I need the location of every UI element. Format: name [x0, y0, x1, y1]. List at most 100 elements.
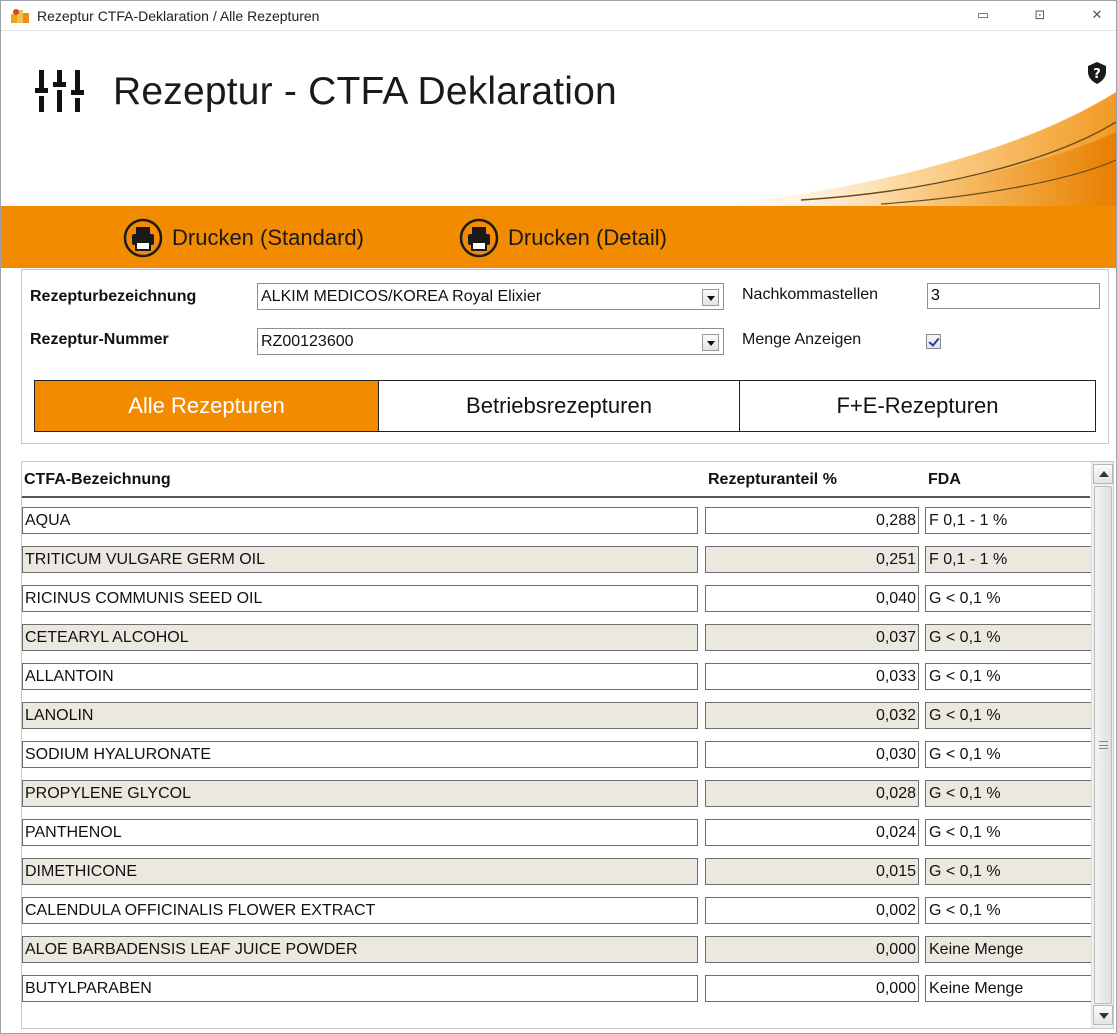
decimals-field[interactable] — [927, 283, 1100, 309]
table-row[interactable]: AQUA 0,288 F 0,1 - 1 % — [22, 500, 1093, 539]
tab-rd-recipes[interactable]: F+E-Rezepturen — [740, 381, 1095, 431]
ctfa-name-cell[interactable]: RICINUS COMMUNIS SEED OIL — [22, 585, 698, 612]
page-header: Rezeptur - CTFA Deklaration ? — [1, 32, 1116, 206]
share-cell[interactable]: 0,028 — [705, 780, 919, 807]
ctfa-name-cell[interactable]: LANOLIN — [22, 702, 698, 729]
table-row[interactable]: RICINUS COMMUNIS SEED OIL 0,040 G < 0,1 … — [22, 578, 1093, 617]
recipe-name-select[interactable]: ALKIM MEDICOS/KOREA Royal Elixier — [257, 283, 724, 310]
printer-icon — [123, 218, 163, 258]
app-icon — [11, 9, 29, 23]
recipe-form-panel: Rezepturbezeichnung ALKIM MEDICOS/KOREA … — [21, 269, 1109, 444]
share-cell[interactable]: 0,288 — [705, 507, 919, 534]
table-row[interactable]: PROPYLENE GLYCOL 0,028 G < 0,1 % — [22, 773, 1093, 812]
chevron-down-icon[interactable] — [702, 334, 719, 351]
share-cell[interactable]: 0,002 — [705, 897, 919, 924]
fda-cell[interactable]: F 0,1 - 1 % — [925, 507, 1093, 534]
printer-icon — [459, 218, 499, 258]
svg-text:?: ? — [1093, 67, 1101, 82]
print-standard-button[interactable]: Drucken (Standard) — [123, 218, 364, 258]
print-standard-label: Drucken (Standard) — [172, 225, 364, 250]
fda-cell[interactable]: G < 0,1 % — [925, 819, 1093, 846]
column-header-ctfa[interactable]: CTFA-Bezeichnung — [24, 471, 171, 489]
recipe-number-value: RZ00123600 — [261, 333, 354, 350]
recipe-name-value: ALKIM MEDICOS/KOREA Royal Elixier — [261, 288, 542, 305]
fda-cell[interactable]: G < 0,1 % — [925, 741, 1093, 768]
fda-cell[interactable]: Keine Menge — [925, 936, 1093, 963]
fda-cell[interactable]: G < 0,1 % — [925, 897, 1093, 924]
table-row[interactable]: TRITICUM VULGARE GERM OIL 0,251 F 0,1 - … — [22, 539, 1093, 578]
fda-cell[interactable]: G < 0,1 % — [925, 663, 1093, 690]
ctfa-name-cell[interactable]: SODIUM HYALURONATE — [22, 741, 698, 768]
print-detail-button[interactable]: Drucken (Detail) — [459, 218, 667, 258]
print-detail-label: Drucken (Detail) — [508, 225, 667, 250]
table-row[interactable]: LANOLIN 0,032 G < 0,1 % — [22, 695, 1093, 734]
column-header-share[interactable]: Rezepturanteil % — [708, 471, 837, 489]
recipe-number-label: Rezeptur-Nummer — [30, 331, 169, 348]
ctfa-name-cell[interactable]: CALENDULA OFFICINALIS FLOWER EXTRACT — [22, 897, 698, 924]
fda-cell[interactable]: G < 0,1 % — [925, 585, 1093, 612]
share-cell[interactable]: 0,033 — [705, 663, 919, 690]
table-row[interactable]: SODIUM HYALURONATE 0,030 G < 0,1 % — [22, 734, 1093, 773]
ctfa-name-cell[interactable]: DIMETHICONE — [22, 858, 698, 885]
fda-cell[interactable]: G < 0,1 % — [925, 858, 1093, 885]
ctfa-name-cell[interactable]: PROPYLENE GLYCOL — [22, 780, 698, 807]
ctfa-name-cell[interactable]: BUTYLPARABEN — [22, 975, 698, 1002]
chevron-down-icon[interactable] — [702, 289, 719, 306]
ctfa-name-cell[interactable]: AQUA — [22, 507, 698, 534]
vertical-scrollbar[interactable] — [1091, 462, 1113, 1028]
fda-cell[interactable]: Keine Menge — [925, 975, 1093, 1002]
close-button[interactable]: ✕ — [1084, 5, 1110, 27]
share-cell[interactable]: 0,000 — [705, 975, 919, 1002]
maximize-button[interactable]: ⊡ — [1027, 5, 1053, 27]
tab-all-recipes[interactable]: Alle Rezepturen — [35, 381, 379, 431]
scroll-thumb[interactable] — [1094, 486, 1112, 1004]
share-cell[interactable]: 0,000 — [705, 936, 919, 963]
table-row[interactable]: ALLANTOIN 0,033 G < 0,1 % — [22, 656, 1093, 695]
mixer-sliders-icon — [35, 70, 84, 112]
share-cell[interactable]: 0,037 — [705, 624, 919, 651]
fda-cell[interactable]: F 0,1 - 1 % — [925, 546, 1093, 573]
header-swoosh-decoration — [701, 92, 1116, 206]
share-cell[interactable]: 0,251 — [705, 546, 919, 573]
grid-rows: AQUA 0,288 F 0,1 - 1 % TRITICUM VULGARE … — [22, 500, 1093, 1007]
ctfa-name-cell[interactable]: PANTHENOL — [22, 819, 698, 846]
ctfa-name-cell[interactable]: TRITICUM VULGARE GERM OIL — [22, 546, 698, 573]
share-cell[interactable]: 0,030 — [705, 741, 919, 768]
scroll-up-icon[interactable] — [1093, 464, 1113, 484]
recipe-number-select[interactable]: RZ00123600 — [257, 328, 724, 355]
table-row[interactable]: PANTHENOL 0,024 G < 0,1 % — [22, 812, 1093, 851]
share-cell[interactable]: 0,040 — [705, 585, 919, 612]
show-amount-checkbox[interactable] — [926, 334, 941, 349]
scroll-down-icon[interactable] — [1093, 1005, 1113, 1025]
ctfa-name-cell[interactable]: CETEARYL ALCOHOL — [22, 624, 698, 651]
fda-cell[interactable]: G < 0,1 % — [925, 624, 1093, 651]
table-row[interactable]: BUTYLPARABEN 0,000 Keine Menge — [22, 968, 1093, 1007]
toolbar: Drucken (Standard) Drucken (Detail) — [1, 206, 1116, 268]
title-bar: Rezeptur CTFA-Deklaration / Alle Rezeptu… — [1, 1, 1116, 31]
table-row[interactable]: ALOE BARBADENSIS LEAF JUICE POWDER 0,000… — [22, 929, 1093, 968]
ctfa-name-cell[interactable]: ALOE BARBADENSIS LEAF JUICE POWDER — [22, 936, 698, 963]
share-cell[interactable]: 0,024 — [705, 819, 919, 846]
page-title: Rezeptur - CTFA Deklaration — [113, 70, 617, 113]
decimals-label: Nachkommastellen — [742, 286, 879, 303]
fda-cell[interactable]: G < 0,1 % — [925, 780, 1093, 807]
share-cell[interactable]: 0,015 — [705, 858, 919, 885]
table-row[interactable]: CETEARYL ALCOHOL 0,037 G < 0,1 % — [22, 617, 1093, 656]
ctfa-grid: CTFA-Bezeichnung Rezepturanteil % FDA AQ… — [21, 461, 1114, 1029]
app-window: Rezeptur CTFA-Deklaration / Alle Rezeptu… — [0, 0, 1117, 1034]
table-row[interactable]: DIMETHICONE 0,015 G < 0,1 % — [22, 851, 1093, 890]
ctfa-name-cell[interactable]: ALLANTOIN — [22, 663, 698, 690]
recipe-name-label: Rezepturbezeichnung — [30, 288, 197, 305]
shield-question-icon[interactable]: ? — [1088, 62, 1106, 84]
recipe-tabs: Alle Rezepturen Betriebsrezepturen F+E-R… — [34, 380, 1096, 432]
column-header-fda[interactable]: FDA — [928, 471, 961, 489]
tab-production-recipes[interactable]: Betriebsrezepturen — [379, 381, 740, 431]
window-title: Rezeptur CTFA-Deklaration / Alle Rezeptu… — [37, 8, 320, 24]
show-amount-label: Menge Anzeigen — [742, 331, 862, 348]
grip-icon — [1099, 741, 1108, 749]
share-cell[interactable]: 0,032 — [705, 702, 919, 729]
minimize-button[interactable]: ▭ — [970, 5, 996, 27]
table-row[interactable]: CALENDULA OFFICINALIS FLOWER EXTRACT 0,0… — [22, 890, 1093, 929]
fda-cell[interactable]: G < 0,1 % — [925, 702, 1093, 729]
grid-header: CTFA-Bezeichnung Rezepturanteil % FDA — [22, 462, 1090, 498]
